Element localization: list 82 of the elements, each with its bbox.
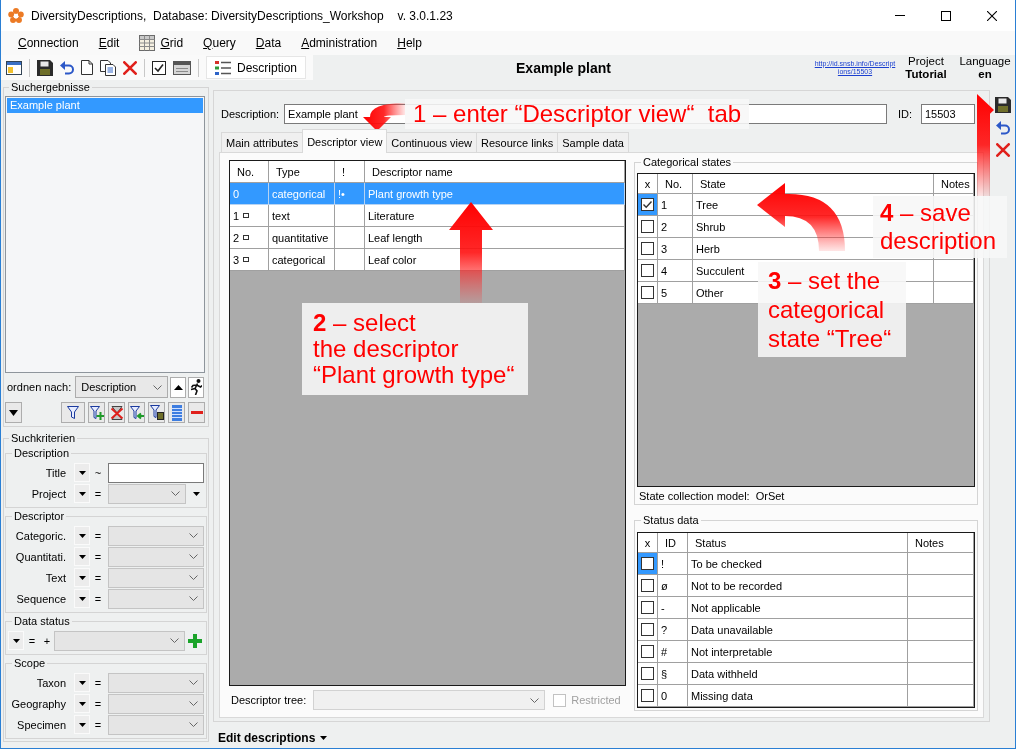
operator-label: = <box>93 571 103 584</box>
operator-label: = <box>93 487 103 500</box>
operator-label: = <box>93 550 103 563</box>
field-label: Quantitati. <box>14 550 66 563</box>
group-title: Description <box>13 446 71 460</box>
sort-label: ordnen nach: <box>7 381 72 393</box>
column-header: Notes <box>908 533 974 553</box>
group-title: Descriptor <box>13 509 66 523</box>
table-cell: 5 <box>658 282 693 304</box>
operator-label: = <box>27 634 37 647</box>
field-label: Title <box>44 466 66 479</box>
table-cell: categorical <box>269 249 335 271</box>
instruction-tooltip: 2 – select the descriptor “Plant growth type“ <box>302 303 528 395</box>
field-label: Text <box>44 571 66 584</box>
group-title: Status data <box>642 513 700 527</box>
operator-label: + <box>42 634 52 647</box>
table-cell: 1 <box>658 194 693 216</box>
field-label: Taxon <box>35 676 66 689</box>
table-cell: # <box>658 641 688 663</box>
table-cell: 3 <box>658 238 693 260</box>
language-code: en <box>978 67 992 81</box>
row-number: 1 <box>233 209 240 222</box>
field-label: Sequence <box>15 592 66 605</box>
descriptor-tree-label: Descriptor tree: <box>231 694 307 706</box>
group-title: Scope <box>13 656 47 670</box>
table-cell: Data withheld <box>688 663 908 685</box>
group-title: Suchkriterien <box>10 431 77 445</box>
table-cell: 0 <box>658 685 688 707</box>
group-title: Data status <box>13 614 71 628</box>
project-name: Tutorial <box>905 67 947 81</box>
project-label: Project <box>908 54 944 68</box>
row-number: 3 <box>233 253 240 266</box>
column-header: x <box>638 174 658 194</box>
table-cell: ! <box>658 553 688 575</box>
description-label: Description: <box>221 108 280 120</box>
table-cell: Not interpretable <box>688 641 908 663</box>
restricted-label: Restricted <box>571 694 621 706</box>
instruction-tooltip: 3 – set the categorical state “Tree“ <box>758 262 906 357</box>
field-label: Project <box>30 487 66 500</box>
field-label: Categoric. <box>14 529 66 542</box>
column-header: No. <box>230 161 269 183</box>
field-label: Geography <box>10 697 66 710</box>
column-header: ID <box>658 533 688 553</box>
table-cell: § <box>658 663 688 685</box>
window-title: DiversityDescriptions, Database: DiversityDescriptions_Workshop <box>31 8 384 23</box>
table-cell: 4 <box>658 260 693 282</box>
operator-label: = <box>93 718 103 731</box>
operator-label: = <box>93 676 103 689</box>
table-cell: Not applicable <box>688 597 908 619</box>
id-label: ID: <box>897 108 912 120</box>
row-number: 2 <box>233 231 240 244</box>
language-label: Language <box>959 54 1011 68</box>
instruction-tooltip: 4 – save description <box>873 196 1007 258</box>
version-label: v. 3.0.1.23 <box>397 8 453 23</box>
group-title: Suchergebnisse <box>10 80 91 94</box>
column-header: ! <box>335 161 365 183</box>
model-value: OrSet <box>755 489 785 502</box>
table-cell: To be checked <box>688 553 908 575</box>
column-header: Type <box>269 161 335 183</box>
table-cell: 2 <box>658 216 693 238</box>
column-header: State <box>693 174 934 194</box>
column-header: No. <box>658 174 693 194</box>
table-cell: - <box>658 597 688 619</box>
table-cell: ? <box>658 619 688 641</box>
field-label: Specimen <box>16 718 66 731</box>
table-cell: Not to be recorded <box>688 575 908 597</box>
group-title: Categorical states <box>642 155 733 169</box>
record-title: Example plant <box>516 59 611 76</box>
instruction-tooltip: 1 – enter “Descriptor view“ tab <box>362 99 750 131</box>
column-header: Status <box>688 533 908 553</box>
operator-label: = <box>93 529 103 542</box>
table-cell: Data unavailable <box>688 619 908 641</box>
row-number: 0 <box>233 187 240 200</box>
operator-label: ~ <box>93 466 103 479</box>
operator-label: = <box>93 592 103 605</box>
operator-label: = <box>93 697 103 710</box>
model-label: State collection model: <box>639 489 750 502</box>
column-header: Notes <box>934 174 974 194</box>
column-header: x <box>638 533 658 553</box>
column-header: Descriptor name <box>365 161 625 183</box>
table-cell: Missing data <box>688 685 908 707</box>
table-cell: ø <box>658 575 688 597</box>
